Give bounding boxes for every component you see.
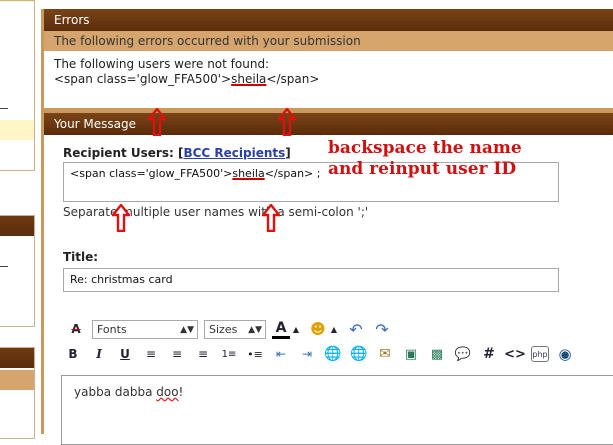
remove-format-icon[interactable]: A [66, 319, 86, 339]
insert-video-icon[interactable]: ▩ [427, 344, 447, 364]
errors-code-name: sheila [231, 72, 267, 86]
recipient-label-text: Recipient Users: [63, 146, 174, 160]
red-arrow-up-icon [148, 108, 166, 136]
annotation-text: backspace the name and reinput user ID [328, 138, 522, 180]
recipient-value-name: sheila [232, 167, 265, 180]
annotation-line2: and reinput user ID [328, 159, 517, 179]
quote-icon[interactable]: 💬 [453, 344, 473, 364]
separate-hint: Separate multiple user names with a semi… [63, 205, 369, 219]
unordered-list-icon[interactable]: •≡ [245, 344, 265, 364]
insert-image-icon[interactable]: ▣ [401, 344, 421, 364]
errors-subtitle: The following errors occurred with your … [44, 31, 613, 51]
annotation-line1: backspace the name [328, 138, 522, 158]
red-arrow-up-icon [278, 108, 296, 136]
bcc-recipients-link[interactable]: BCC Recipients [183, 146, 285, 160]
title-input[interactable]: Re: christmas card [63, 268, 559, 292]
html-code-icon[interactable]: <> [504, 344, 526, 364]
align-center-icon[interactable]: ≡ [167, 344, 187, 364]
errors-panel: Errors The following errors occurred wit… [44, 9, 613, 108]
chevron-updown-icon[interactable]: ▲ [330, 319, 338, 339]
audio-icon[interactable]: ◉ [555, 344, 575, 364]
message-title: Your Message [44, 113, 613, 135]
bold-icon[interactable]: B [63, 344, 83, 364]
errors-message: The following users were not found: <spa… [44, 51, 613, 87]
errors-code-prefix: <span class='glow_FFA500'> [54, 72, 232, 86]
size-select[interactable]: Sizes ▲▼ [204, 319, 266, 339]
errors-code: <span class='glow_FFA500'>sheila</span> [54, 72, 603, 87]
chevron-updown-icon: ▲▼ [248, 324, 262, 335]
align-right-icon[interactable]: ≡ [193, 344, 213, 364]
insert-link-icon[interactable]: 🌐 [323, 344, 343, 364]
undo-icon[interactable]: ↶ [346, 319, 366, 339]
editor-toolbar-row1: A Fonts ▲▼ Sizes ▲▼ A ▲ ☻ ▲ ↶ ↷ [66, 319, 398, 339]
indent-icon[interactable]: ⇥ [297, 344, 317, 364]
underline-icon[interactable]: U [115, 344, 135, 364]
align-left-icon[interactable]: ≡ [141, 344, 161, 364]
errors-line1: The following users were not found: [54, 57, 270, 71]
errors-title: Errors [44, 9, 613, 31]
php-code-icon[interactable]: php [531, 346, 549, 362]
chevron-updown-icon[interactable]: ▲ [292, 319, 300, 339]
code-hash-icon[interactable]: # [479, 344, 499, 364]
red-arrow-up-icon [262, 204, 280, 232]
sidebar-box-1 [0, 0, 35, 100]
remove-link-icon[interactable]: 🌐 [349, 344, 369, 364]
smiley-icon[interactable]: ☻ [308, 319, 328, 339]
redo-icon[interactable]: ↷ [372, 319, 392, 339]
editor-text-2: doo [156, 385, 179, 399]
email-icon[interactable]: ✉ [375, 344, 395, 364]
sidebar-box-1b [0, 98, 35, 171]
editor-text-1: yabba dabba [74, 385, 157, 399]
sidebar-selected-item[interactable] [0, 120, 34, 140]
italic-icon[interactable]: I [89, 344, 109, 364]
recipient-value-prefix: <span class='glow_FFA500'> [70, 167, 233, 180]
sidebar-box-2 [0, 215, 35, 327]
recipient-label: Recipient Users: [BCC Recipients] [63, 146, 291, 160]
errors-code-suffix: </span> [266, 72, 320, 86]
outdent-icon[interactable]: ⇤ [271, 344, 291, 364]
size-select-label: Sizes [209, 322, 238, 336]
message-editor[interactable]: yabba dabba doo! [61, 375, 613, 445]
title-label: Title: [63, 250, 99, 264]
font-select[interactable]: Fonts ▲▼ [92, 319, 198, 339]
recipient-value-suffix: </span> ; [264, 167, 321, 180]
font-select-label: Fonts [97, 322, 127, 336]
sidebar-box-3 [0, 347, 35, 439]
text-color-icon[interactable]: A [272, 320, 290, 339]
ordered-list-icon[interactable]: 1≡ [219, 344, 239, 364]
left-sidebar [0, 0, 36, 439]
editor-text-3: ! [178, 385, 184, 399]
chevron-updown-icon: ▲▼ [180, 324, 194, 335]
red-arrow-up-icon [112, 204, 130, 232]
editor-toolbar-row2: B I U ≡ ≡ ≡ 1≡ •≡ ⇤ ⇥ 🌐 🌐 ✉ ▣ ▩ 💬 # <> p… [63, 344, 581, 364]
